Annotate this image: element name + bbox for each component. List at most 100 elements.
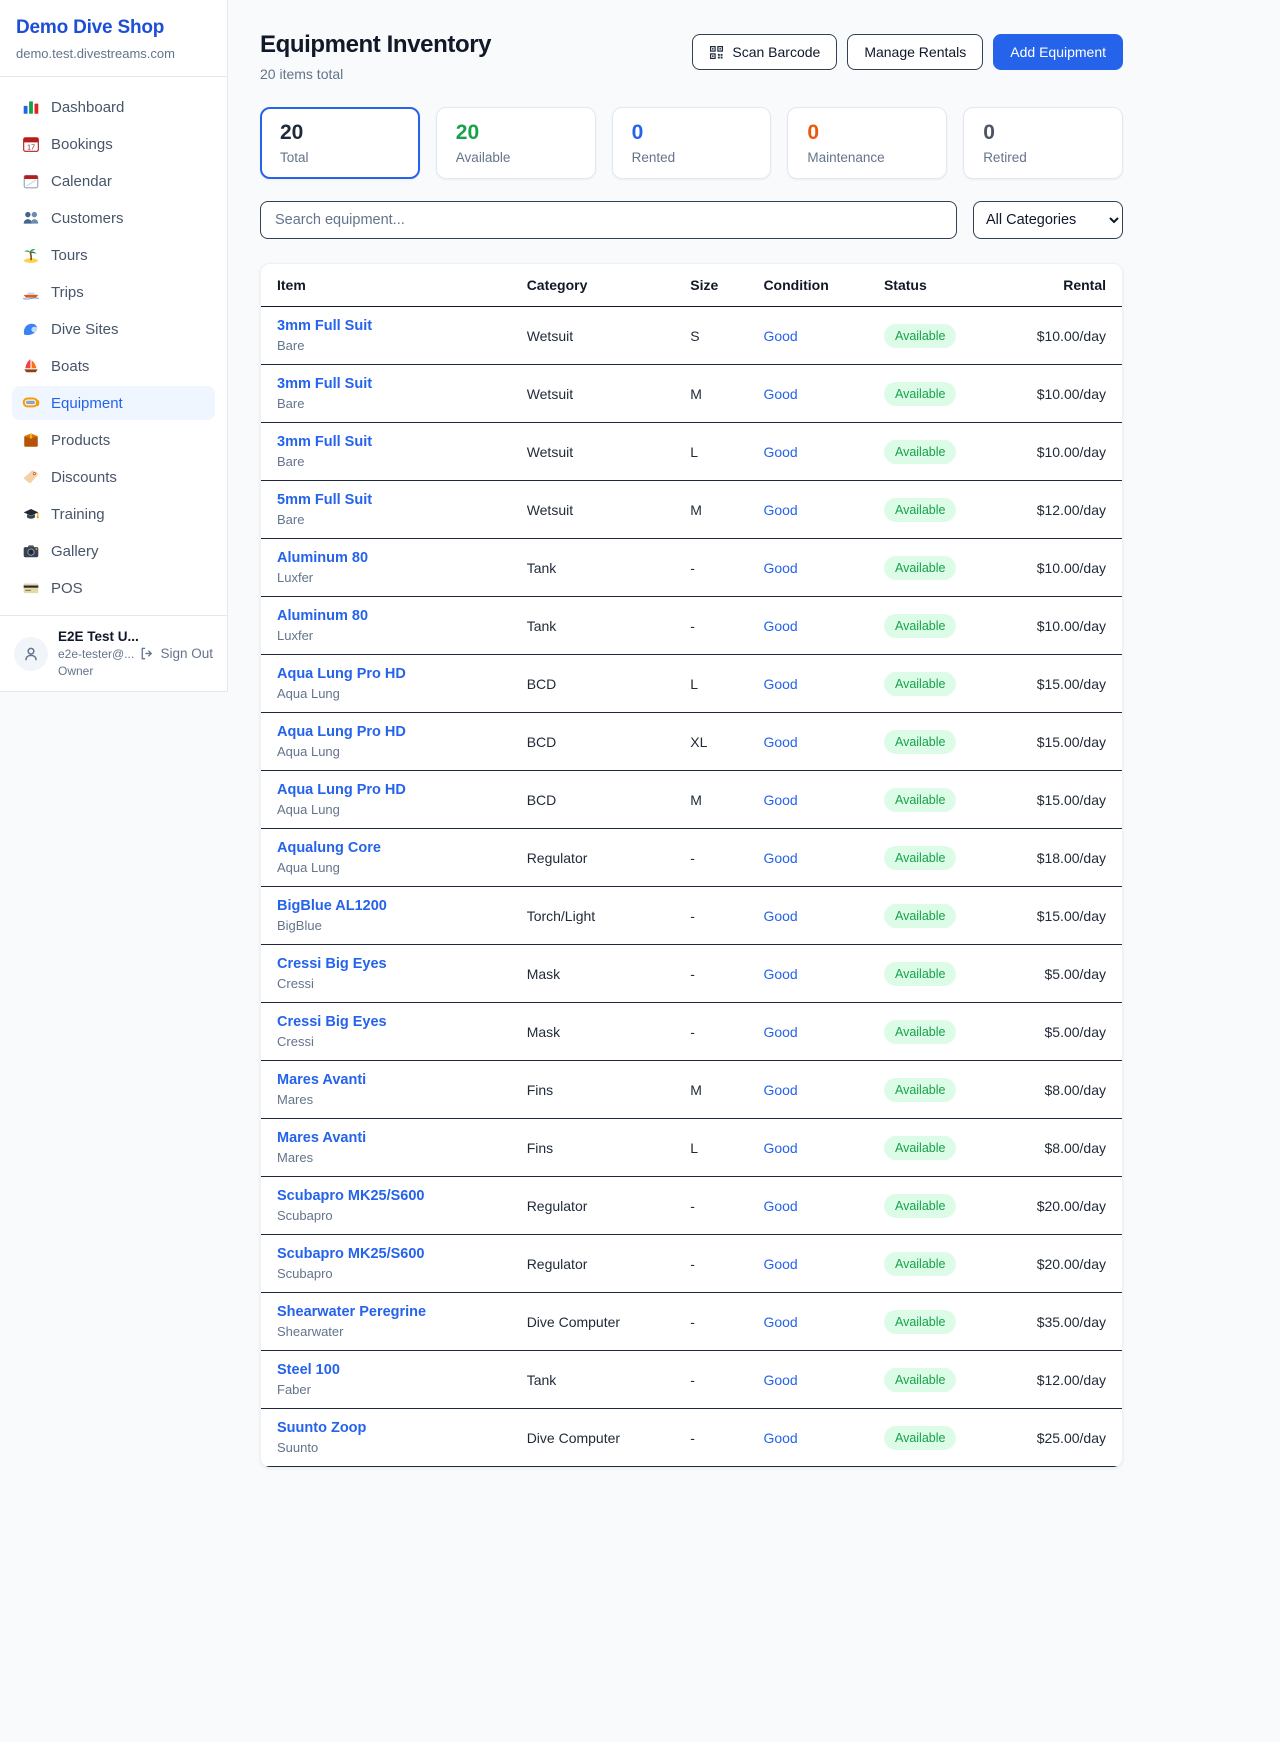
table-row: 3mm Full Suit Bare Wetsuit L Good Availa… bbox=[261, 423, 1122, 481]
condition-link[interactable]: Good bbox=[763, 1082, 797, 1098]
item-category: BCD bbox=[511, 771, 675, 829]
item-name-link[interactable]: Suunto Zoop bbox=[277, 1420, 495, 1436]
condition-link[interactable]: Good bbox=[763, 328, 797, 344]
item-name-link[interactable]: Aqua Lung Pro HD bbox=[277, 666, 495, 682]
sidebar-item-discounts[interactable]: Discounts bbox=[12, 460, 215, 494]
sidebar-item-trips[interactable]: Trips bbox=[12, 275, 215, 309]
condition-link[interactable]: Good bbox=[763, 1024, 797, 1040]
sidebar-item-training[interactable]: Training bbox=[12, 497, 215, 531]
sidebar-item-label: Training bbox=[51, 506, 105, 523]
sidebar-item-icon bbox=[22, 505, 40, 523]
item-name-link[interactable]: Aqualung Core bbox=[277, 840, 495, 856]
sidebar-item-dive-sites[interactable]: Dive Sites bbox=[12, 312, 215, 346]
condition-link[interactable]: Good bbox=[763, 966, 797, 982]
item-category: Tank bbox=[511, 597, 675, 655]
stat-label: Maintenance bbox=[807, 150, 927, 165]
stat-card-rented[interactable]: 0 Rented bbox=[612, 107, 772, 179]
item-name-link[interactable]: Mares Avanti bbox=[277, 1130, 495, 1146]
user-meta: E2E Test U... e2e-tester@... Owner bbox=[58, 629, 129, 678]
status-badge: Available bbox=[884, 730, 957, 754]
item-name-link[interactable]: Steel 100 bbox=[277, 1362, 495, 1378]
item-name-link[interactable]: 3mm Full Suit bbox=[277, 318, 495, 334]
condition-link[interactable]: Good bbox=[763, 618, 797, 634]
status-badge: Available bbox=[884, 1020, 957, 1044]
item-name-link[interactable]: 3mm Full Suit bbox=[277, 376, 495, 392]
item-category: Tank bbox=[511, 539, 675, 597]
item-category: Wetsuit bbox=[511, 307, 675, 365]
sidebar-item-pos[interactable]: POS bbox=[12, 571, 215, 605]
item-size: - bbox=[674, 829, 747, 887]
rental-price: $12.00/day bbox=[997, 481, 1122, 539]
item-name-link[interactable]: Mares Avanti bbox=[277, 1072, 495, 1088]
sidebar-nav: Dashboard 17 Bookings Calendar Customers… bbox=[0, 77, 227, 615]
item-category: Wetsuit bbox=[511, 481, 675, 539]
search-input[interactable] bbox=[260, 201, 957, 239]
item-name-link[interactable]: 5mm Full Suit bbox=[277, 492, 495, 508]
scan-barcode-button[interactable]: Scan Barcode bbox=[692, 34, 837, 70]
item-brand: Bare bbox=[277, 512, 495, 527]
sidebar-item-boats[interactable]: Boats bbox=[12, 349, 215, 383]
sidebar-item-customers[interactable]: Customers bbox=[12, 201, 215, 235]
item-category: Fins bbox=[511, 1061, 675, 1119]
condition-link[interactable]: Good bbox=[763, 560, 797, 576]
sidebar-item-products[interactable]: Products bbox=[12, 423, 215, 457]
page-title-block: Equipment Inventory 20 items total bbox=[260, 31, 491, 82]
item-brand: Scubapro bbox=[277, 1266, 495, 1281]
condition-link[interactable]: Good bbox=[763, 908, 797, 924]
condition-link[interactable]: Good bbox=[763, 734, 797, 750]
stat-card-total[interactable]: 20 Total bbox=[260, 107, 420, 179]
condition-link[interactable]: Good bbox=[763, 1430, 797, 1446]
status-badge: Available bbox=[884, 614, 957, 638]
sidebar-item-gallery[interactable]: Gallery bbox=[12, 534, 215, 568]
sidebar-item-calendar[interactable]: Calendar bbox=[12, 164, 215, 198]
item-name-link[interactable]: 3mm Full Suit bbox=[277, 434, 495, 450]
item-category: Tank bbox=[511, 1351, 675, 1409]
stat-card-available[interactable]: 20 Available bbox=[436, 107, 596, 179]
item-name-link[interactable]: Shearwater Peregrine bbox=[277, 1304, 495, 1320]
manage-rentals-button[interactable]: Manage Rentals bbox=[847, 34, 983, 70]
item-name-link[interactable]: Scubapro MK25/S600 bbox=[277, 1246, 495, 1262]
stat-card-maintenance[interactable]: 0 Maintenance bbox=[787, 107, 947, 179]
condition-link[interactable]: Good bbox=[763, 1256, 797, 1272]
sidebar-item-tours[interactable]: Tours bbox=[12, 238, 215, 272]
table-row: 5mm Full Suit Bare Wetsuit M Good Availa… bbox=[261, 481, 1122, 539]
item-category: Dive Computer bbox=[511, 1409, 675, 1467]
sign-out-button[interactable]: Sign Out bbox=[139, 646, 213, 661]
item-name-link[interactable]: BigBlue AL1200 bbox=[277, 898, 495, 914]
sidebar-item-bookings[interactable]: 17 Bookings bbox=[12, 127, 215, 161]
condition-link[interactable]: Good bbox=[763, 1198, 797, 1214]
item-name-link[interactable]: Aqua Lung Pro HD bbox=[277, 782, 495, 798]
item-name-link[interactable]: Scubapro MK25/S600 bbox=[277, 1188, 495, 1204]
status-badge: Available bbox=[884, 556, 957, 580]
status-badge: Available bbox=[884, 498, 957, 522]
condition-link[interactable]: Good bbox=[763, 676, 797, 692]
rental-price: $15.00/day bbox=[997, 713, 1122, 771]
item-name-link[interactable]: Cressi Big Eyes bbox=[277, 956, 495, 972]
condition-link[interactable]: Good bbox=[763, 1140, 797, 1156]
item-name-link[interactable]: Cressi Big Eyes bbox=[277, 1014, 495, 1030]
condition-link[interactable]: Good bbox=[763, 850, 797, 866]
condition-link[interactable]: Good bbox=[763, 386, 797, 402]
sidebar-item-icon bbox=[22, 579, 40, 597]
condition-link[interactable]: Good bbox=[763, 792, 797, 808]
stat-value: 0 bbox=[807, 121, 927, 145]
stat-card-retired[interactable]: 0 Retired bbox=[963, 107, 1123, 179]
item-name-link[interactable]: Aluminum 80 bbox=[277, 608, 495, 624]
item-name-link[interactable]: Aqua Lung Pro HD bbox=[277, 724, 495, 740]
item-brand: Aqua Lung bbox=[277, 686, 495, 701]
condition-link[interactable]: Good bbox=[763, 444, 797, 460]
item-category: Regulator bbox=[511, 1235, 675, 1293]
rental-price: $20.00/day bbox=[997, 1235, 1122, 1293]
item-category: Mask bbox=[511, 1003, 675, 1061]
category-select[interactable]: All Categories bbox=[973, 201, 1123, 239]
item-brand: Cressi bbox=[277, 976, 495, 991]
add-equipment-button[interactable]: Add Equipment bbox=[993, 34, 1123, 70]
condition-link[interactable]: Good bbox=[763, 1314, 797, 1330]
item-brand: Suunto bbox=[277, 1440, 495, 1455]
sign-out-label: Sign Out bbox=[160, 646, 213, 661]
item-name-link[interactable]: Aluminum 80 bbox=[277, 550, 495, 566]
condition-link[interactable]: Good bbox=[763, 1372, 797, 1388]
condition-link[interactable]: Good bbox=[763, 502, 797, 518]
sidebar-item-dashboard[interactable]: Dashboard bbox=[12, 90, 215, 124]
sidebar-item-equipment[interactable]: Equipment bbox=[12, 386, 215, 420]
